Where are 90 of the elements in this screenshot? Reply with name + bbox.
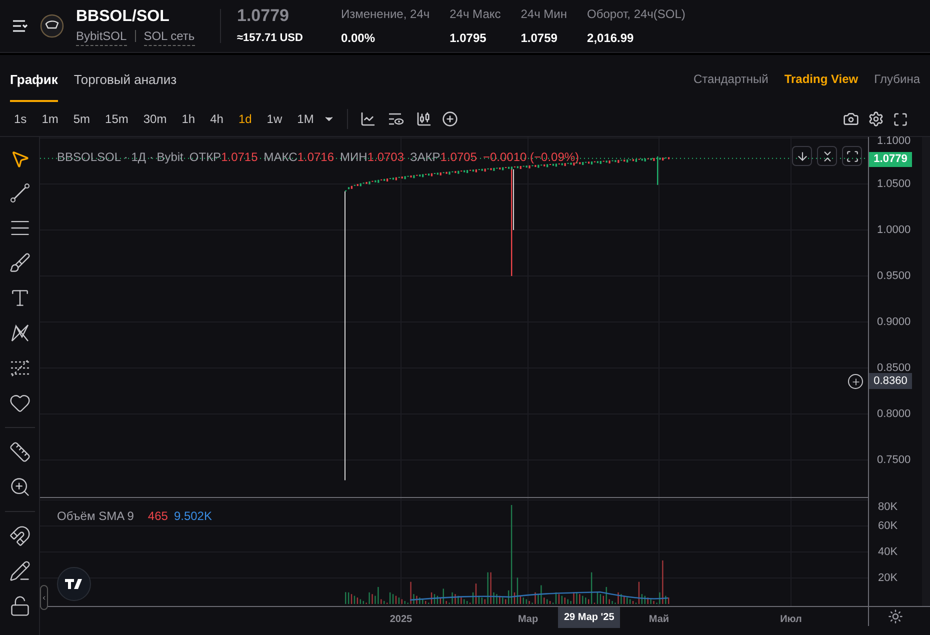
fibonacci-icon[interactable] bbox=[8, 357, 30, 379]
price-tick: 0.9500 bbox=[877, 269, 911, 284]
brush-icon[interactable] bbox=[8, 252, 30, 274]
collapse-button[interactable] bbox=[817, 146, 837, 166]
trend-line-icon[interactable] bbox=[8, 182, 30, 204]
change-value: −0.0010 (−0.09%) bbox=[482, 149, 580, 166]
network-link[interactable]: SOL сеть bbox=[144, 26, 195, 46]
indicators-icon[interactable] bbox=[388, 112, 404, 126]
symbol-legend: BBSOLSOL · 1Д · Bybit bbox=[57, 148, 184, 166]
last-price-label: 1.0779 bbox=[869, 152, 912, 167]
sma-value: 9.502K bbox=[174, 508, 212, 525]
interval-button[interactable]: 15m bbox=[99, 110, 134, 128]
cursor-icon[interactable] bbox=[10, 149, 30, 169]
view-tab[interactable]: Стандартный bbox=[693, 70, 768, 88]
interval-button[interactable]: 1m bbox=[36, 110, 64, 128]
pair-title: BBSOL/SOL bbox=[76, 6, 170, 26]
time-tick: Май bbox=[648, 613, 670, 627]
crosshair-price-label: 0.8360 bbox=[869, 373, 912, 389]
ohlc-value: 1.0715 bbox=[221, 149, 258, 166]
interval-button[interactable]: 4h bbox=[204, 110, 230, 128]
chevron-left-icon bbox=[41, 594, 47, 602]
interval-button[interactable]: 1s bbox=[8, 110, 33, 128]
ohlc-label: ОТКР bbox=[189, 149, 222, 166]
ohlc-value: 1.0716 bbox=[297, 149, 334, 166]
scroll-button[interactable] bbox=[792, 146, 812, 166]
volume-tick: 60K bbox=[878, 519, 898, 534]
volume-tick: 40K bbox=[878, 545, 898, 560]
price-tick: 1.0500 bbox=[877, 177, 911, 192]
stat-label: 24ч Макс bbox=[450, 6, 501, 23]
interval-button[interactable]: 1d bbox=[232, 110, 258, 128]
stat-label: 24ч Мин bbox=[520, 6, 568, 23]
chart-tab[interactable]: Торговый анализ bbox=[74, 55, 177, 102]
ohlc-value: 1.0703 bbox=[367, 149, 404, 166]
volume-legend: Объём SMA 9 bbox=[57, 507, 134, 525]
volume-tick: 80K bbox=[878, 500, 898, 515]
pencil-icon[interactable] bbox=[8, 560, 30, 582]
camera-icon[interactable] bbox=[843, 111, 859, 127]
last-price: 1.0779 bbox=[237, 6, 290, 26]
volume-tick: 20K bbox=[878, 571, 898, 586]
price-tick: 0.8000 bbox=[877, 407, 911, 422]
time-tick: Мар bbox=[518, 613, 538, 627]
zoom-in-icon[interactable] bbox=[8, 476, 30, 498]
ruler-icon[interactable] bbox=[8, 441, 30, 463]
price-tick: 0.9000 bbox=[877, 315, 911, 330]
crosshair-date-label: 29 Мар '25 bbox=[558, 607, 620, 628]
candlestick-icon[interactable] bbox=[416, 111, 432, 127]
view-tab[interactable]: Trading View bbox=[784, 70, 858, 88]
tradingview-logo bbox=[57, 567, 91, 601]
ohlc-label: МИН bbox=[340, 149, 368, 166]
collapse-toolbar-button[interactable] bbox=[40, 585, 48, 610]
interval-button[interactable]: 30m bbox=[137, 110, 173, 128]
token-link[interactable]: BybitSOL bbox=[76, 26, 127, 46]
stat-value: 1.0795 bbox=[450, 30, 488, 47]
ohlc-label: ЗАКР bbox=[410, 149, 440, 166]
stat-value: 1.0759 bbox=[520, 30, 558, 47]
ohlc-label: МАКС bbox=[264, 149, 298, 166]
logo-icon bbox=[40, 14, 64, 38]
heart-icon[interactable] bbox=[8, 392, 30, 414]
magnet-icon[interactable] bbox=[8, 525, 30, 547]
maximize-button[interactable] bbox=[842, 146, 862, 166]
price-tick: 0.8500 bbox=[877, 361, 911, 376]
lock-icon[interactable] bbox=[8, 595, 30, 617]
interval-button[interactable]: 1w bbox=[260, 110, 288, 128]
stat-value: 0.00% bbox=[341, 30, 376, 47]
price-tick: 1.1000 bbox=[877, 134, 911, 149]
volume-value: 465 bbox=[148, 508, 168, 525]
price-tick: 1.0000 bbox=[877, 223, 911, 238]
interval-button[interactable]: 5m bbox=[67, 110, 96, 128]
chart-settings-icon[interactable] bbox=[888, 608, 903, 624]
fullscreen-icon[interactable] bbox=[893, 112, 908, 126]
frame-icon bbox=[846, 150, 858, 162]
interval-button[interactable]: 1h bbox=[176, 110, 202, 128]
arrow-down-icon bbox=[796, 150, 808, 162]
add-level-button[interactable] bbox=[848, 374, 863, 389]
ohlc-value: 1.0705 bbox=[440, 149, 477, 166]
add-icon[interactable] bbox=[442, 111, 458, 127]
stat-value: 2,016.99 bbox=[587, 30, 635, 47]
usd-price: ≈157.71 USD bbox=[237, 30, 304, 46]
time-tick: 2025 bbox=[390, 613, 412, 627]
chart-line-icon[interactable] bbox=[360, 111, 376, 127]
stat-label: Оборот, 24ч(SOL) bbox=[587, 6, 686, 23]
interval-button[interactable]: 1M bbox=[291, 110, 320, 128]
time-tick: Июл bbox=[780, 613, 802, 627]
plus-icon bbox=[850, 376, 860, 386]
pattern-icon[interactable] bbox=[8, 322, 30, 344]
stat-label: Изменение, 24ч bbox=[341, 6, 430, 23]
menu-icon[interactable] bbox=[12, 19, 28, 33]
view-tab[interactable]: Глубина bbox=[874, 70, 920, 88]
settings-icon[interactable] bbox=[868, 111, 884, 127]
price-tick: 0.7500 bbox=[877, 453, 911, 468]
